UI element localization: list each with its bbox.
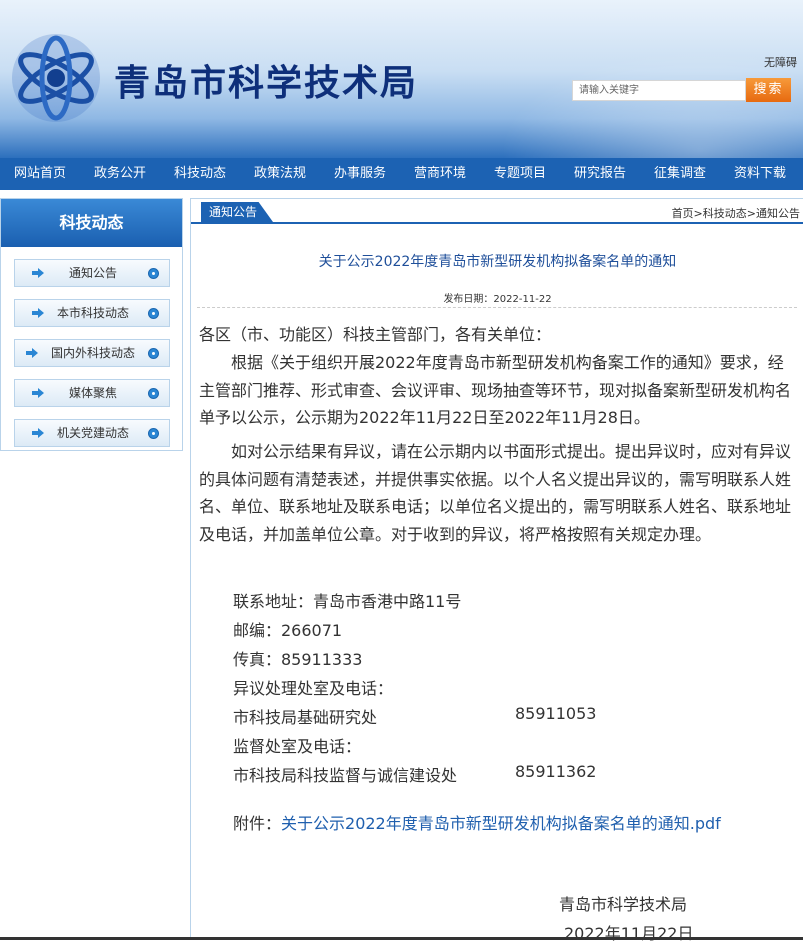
title-divider <box>197 307 797 308</box>
nav-item-tech-news[interactable]: 科技动态 <box>160 158 240 190</box>
nav-item-home[interactable]: 网站首页 <box>0 158 80 190</box>
attachment-label: 附件： <box>233 814 282 833</box>
nav-item-business-environment[interactable]: 营商环境 <box>400 158 480 190</box>
contact-address: 联系地址：青岛市香港中路11号 <box>233 592 462 611</box>
supervision-phone: 85911362 <box>515 762 597 781</box>
sidebar-item-media[interactable]: 媒体聚焦 <box>14 379 170 407</box>
sidebar-title: 科技动态 <box>1 199 182 247</box>
nav-item-policies[interactable]: 政策法规 <box>240 158 320 190</box>
objection-label: 异议处理处室及电话： <box>233 679 394 698</box>
tab-notices[interactable]: 通知公告 <box>201 202 273 222</box>
publish-date: 发布日期：2022-11-22 <box>443 294 552 305</box>
nav-item-special-projects[interactable]: 专题项目 <box>480 158 560 190</box>
signature-organization: 青岛市科学技术局 <box>559 895 688 914</box>
salutation: 各区（市、功能区）科技主管部门，各有关单位： <box>199 325 552 344</box>
article-title: 关于公示2022年度青岛市新型研发机构拟备案名单的通知 <box>318 254 677 270</box>
accessibility-link[interactable]: 无障碍 <box>764 54 797 70</box>
nav-item-research-reports[interactable]: 研究报告 <box>560 158 640 190</box>
paragraph-2: 如对公示结果有异议，请在公示期内以书面形式提出。提出异议时，应对有异议的具体问题… <box>199 442 792 544</box>
sidebar: 科技动态 通知公告 本市科技动态 国内外科技动态 媒体聚焦 机关党建动态 <box>0 198 183 451</box>
fax: 传真：85911333 <box>233 650 363 669</box>
attachment-link[interactable]: 关于公示2022年度青岛市新型研发机构拟备案名单的通知.pdf <box>281 814 721 833</box>
atom-logo-icon <box>12 34 100 122</box>
attachment: 附件：关于公示2022年度青岛市新型研发机构拟备案名单的通知.pdf <box>233 810 721 834</box>
supervision-office: 市科技局科技监督与诚信建设处 <box>233 766 458 785</box>
circle-bullet-icon <box>148 268 159 279</box>
nav-item-services[interactable]: 办事服务 <box>320 158 400 190</box>
circle-bullet-icon <box>148 308 159 319</box>
sidebar-item-domestic-intl-news[interactable]: 国内外科技动态 <box>14 339 170 367</box>
main-nav: 网站首页 政务公开 科技动态 政策法规 办事服务 营商环境 专题项目 研究报告 … <box>0 158 803 190</box>
sidebar-item-party-building[interactable]: 机关党建动态 <box>14 419 170 447</box>
objection-office: 市科技局基础研究处 <box>233 708 378 727</box>
nav-item-surveys[interactable]: 征集调查 <box>640 158 720 190</box>
sidebar-item-notices[interactable]: 通知公告 <box>14 259 170 287</box>
postcode: 邮编：266071 <box>233 621 343 640</box>
breadcrumb[interactable]: 首页>科技动态>通知公告 <box>672 205 800 221</box>
site-header: 青岛市科学技术局 无障碍 搜索 <box>0 0 803 158</box>
objection-phone: 85911053 <box>515 704 597 723</box>
signature-date: 2022年11月22日 <box>564 924 694 943</box>
section-tab-bar: 通知公告 首页>科技动态>通知公告 <box>191 199 803 224</box>
sidebar-item-local-news[interactable]: 本市科技动态 <box>14 299 170 327</box>
search-input[interactable] <box>572 80 746 101</box>
article-panel: 通知公告 首页>科技动态>通知公告 关于公示2022年度青岛市新型研发机构拟备案… <box>190 198 803 943</box>
supervision-label: 监督处室及电话： <box>233 737 362 756</box>
search-button[interactable]: 搜索 <box>746 78 791 102</box>
circle-bullet-icon <box>148 348 159 359</box>
nav-divider <box>0 190 803 198</box>
site-title: 青岛市科学技术局 <box>114 63 419 104</box>
circle-bullet-icon <box>148 388 159 399</box>
nav-item-government-affairs[interactable]: 政务公开 <box>80 158 160 190</box>
header-glow <box>500 50 803 158</box>
nav-item-downloads[interactable]: 资料下载 <box>720 158 800 190</box>
circle-bullet-icon <box>148 428 159 439</box>
paragraph-1: 根据《关于组织开展2022年度青岛市新型研发机构备案工作的通知》要求，经主管部门… <box>199 353 792 427</box>
